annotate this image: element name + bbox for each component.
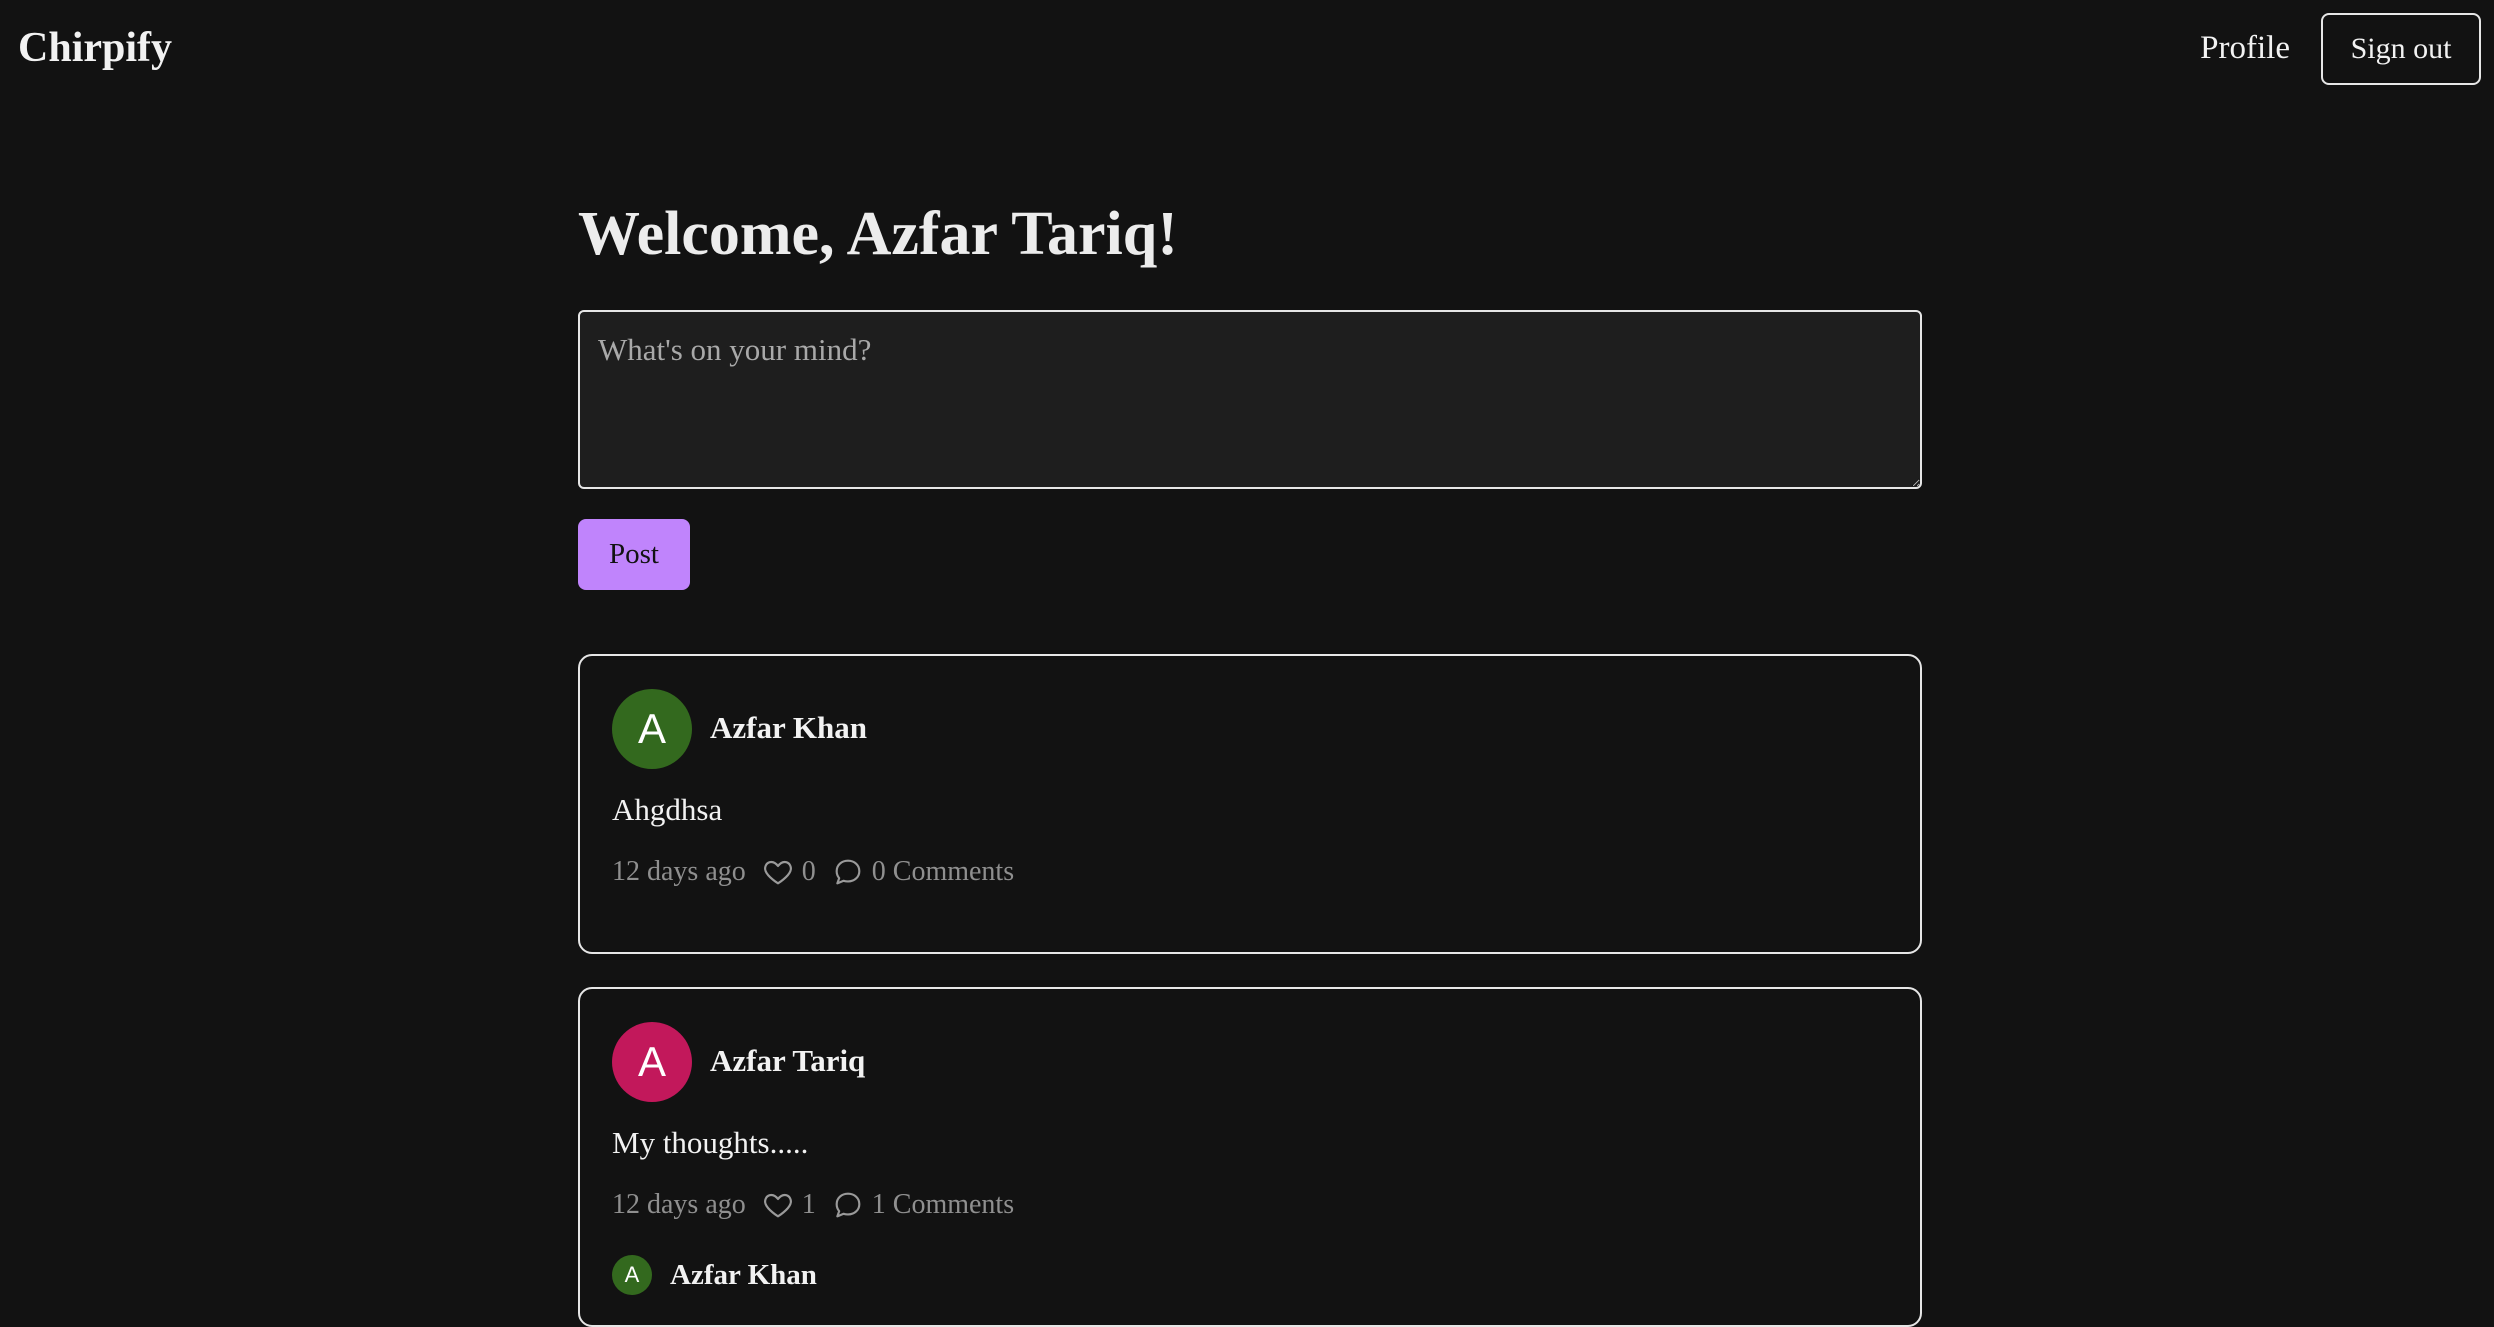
comments-count: 1 Comments (871, 1189, 1015, 1220)
comment-icon (835, 1192, 861, 1218)
post-button[interactable]: Post (578, 519, 690, 590)
post-meta: 12 days ago 1 1 Comments (612, 1185, 1030, 1225)
comments-button[interactable]: 0 Comments (832, 856, 1014, 888)
post-meta: 12 days ago 0 0 Comments (612, 852, 1030, 892)
like-count: 0 (801, 856, 816, 887)
comments-count: 0 Comments (871, 856, 1015, 887)
post-author[interactable]: Azfar Khan (710, 708, 867, 748)
post-author[interactable]: Azfar Tariq (710, 1041, 865, 1081)
avatar[interactable]: A (612, 1022, 692, 1102)
comment-icon (835, 859, 861, 885)
page-title: Welcome, Azfar Tariq! (578, 200, 1178, 268)
heart-icon (763, 1193, 792, 1218)
post-card: A Azfar Tariq My thoughts..... 12 days a… (578, 987, 1922, 1327)
like-button[interactable]: 0 (762, 856, 816, 888)
profile-link[interactable]: Profile (2200, 26, 2290, 70)
post-timestamp: 12 days ago (612, 856, 746, 887)
avatar[interactable]: A (612, 689, 692, 769)
post-composer-input[interactable] (578, 310, 1922, 489)
heart-icon (763, 860, 792, 885)
post-content: Ahgdhsa (612, 792, 723, 827)
like-button[interactable]: 1 (762, 1189, 816, 1221)
post-content: My thoughts..... (612, 1125, 809, 1160)
post-card: A Azfar Khan Ahgdhsa 12 days ago 0 0 Com… (578, 654, 1922, 954)
comments-button[interactable]: 1 Comments (832, 1189, 1014, 1221)
post-timestamp: 12 days ago (612, 1189, 746, 1220)
navbar: Chirpify Profile Sign out (0, 0, 2494, 98)
comment-item: A Azfar Khan (612, 1255, 817, 1295)
comment-avatar[interactable]: A (612, 1255, 652, 1295)
like-count: 1 (801, 1189, 816, 1220)
brand-logo[interactable]: Chirpify (18, 22, 172, 74)
sign-out-button[interactable]: Sign out (2321, 13, 2481, 85)
comment-author[interactable]: Azfar Khan (670, 1259, 817, 1292)
